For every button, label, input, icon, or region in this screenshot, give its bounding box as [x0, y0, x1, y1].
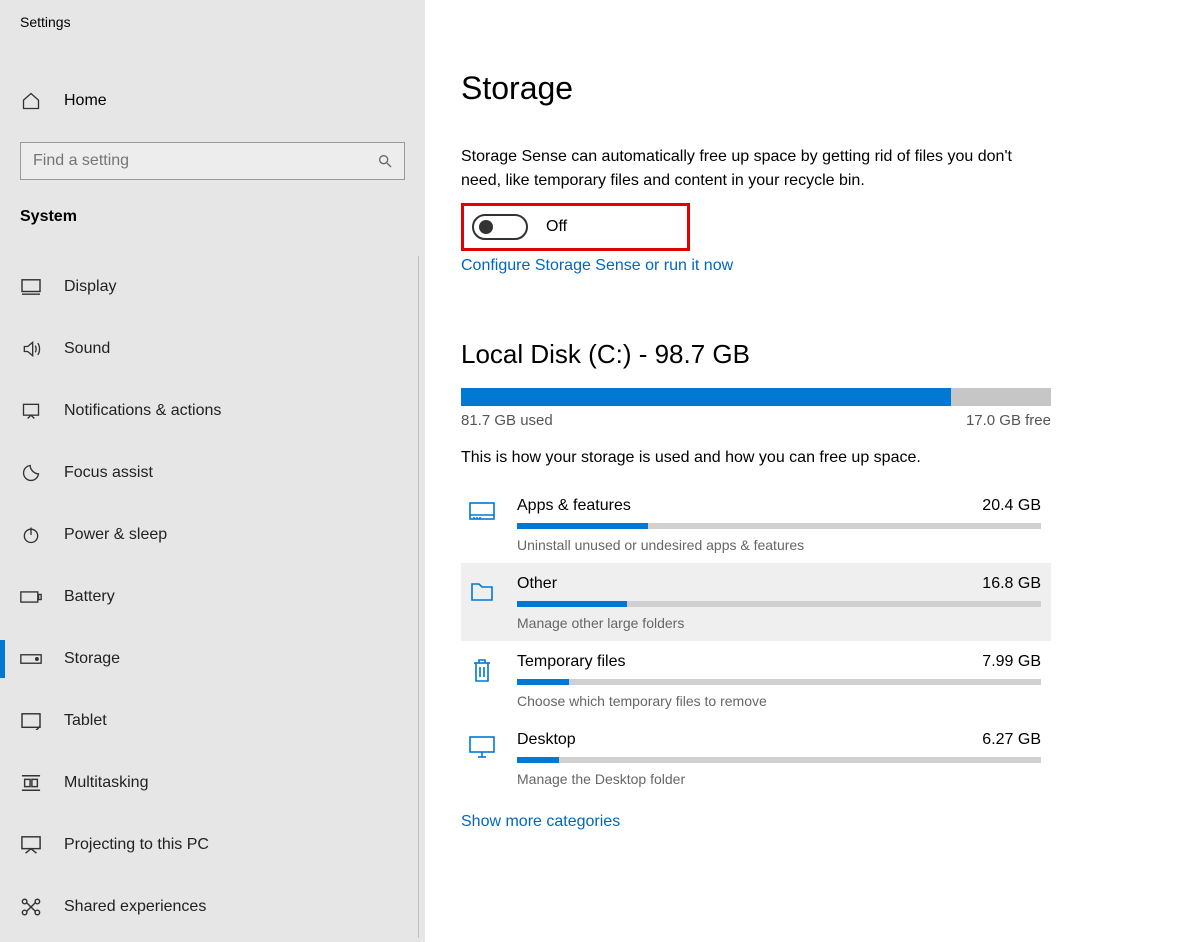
nav-item-tablet[interactable]: Tablet — [0, 690, 418, 752]
search-input[interactable] — [20, 142, 405, 180]
free-label: 17.0 GB free — [966, 412, 1051, 429]
shared-icon — [20, 897, 42, 917]
desktop-icon — [465, 731, 499, 787]
cat-name: Other — [517, 575, 557, 593]
home-icon — [20, 91, 42, 111]
cat-size: 20.4 GB — [982, 497, 1041, 515]
cat-name: Temporary files — [517, 653, 625, 671]
toggle-state-label: Off — [546, 218, 567, 236]
nav-label: Battery — [64, 588, 115, 606]
disk-heading: Local Disk (C:) - 98.7 GB — [461, 339, 1140, 370]
nav-label: Projecting to this PC — [64, 836, 209, 854]
nav-item-notifications[interactable]: Notifications & actions — [0, 380, 418, 442]
nav-item-power[interactable]: Power & sleep — [0, 504, 418, 566]
trash-icon — [465, 653, 499, 709]
tablet-icon — [20, 712, 42, 730]
sidebar: Settings Home System Display Sound Notif… — [0, 0, 425, 942]
nav-label: Multitasking — [64, 774, 148, 792]
cat-sub: Uninstall unused or undesired apps & fea… — [517, 537, 1041, 553]
notifications-icon — [20, 401, 42, 421]
display-icon — [20, 278, 42, 296]
search-icon — [377, 153, 393, 169]
home-nav[interactable]: Home — [0, 80, 425, 122]
page-title: Storage — [461, 70, 1140, 107]
disk-legend: 81.7 GB used 17.0 GB free — [461, 412, 1051, 429]
nav-list: Display Sound Notifications & actions Fo… — [0, 256, 419, 938]
cat-sub: Manage the Desktop folder — [517, 771, 1041, 787]
show-more-link[interactable]: Show more categories — [461, 813, 1140, 831]
nav-label: Sound — [64, 340, 110, 358]
storage-sense-desc: Storage Sense can automatically free up … — [461, 145, 1041, 193]
nav-item-multitasking[interactable]: Multitasking — [0, 752, 418, 814]
projecting-icon — [20, 835, 42, 855]
nav-label: Focus assist — [64, 464, 153, 482]
category-desktop[interactable]: Desktop 6.27 GB Manage the Desktop folder — [461, 719, 1051, 797]
focus-icon — [20, 463, 42, 483]
usage-desc: This is how your storage is used and how… — [461, 449, 1140, 467]
toggle-highlight: Off — [461, 203, 690, 251]
used-label: 81.7 GB used — [461, 412, 553, 429]
search-wrap — [0, 142, 425, 180]
home-label: Home — [64, 92, 107, 110]
category-list: Apps & features 20.4 GB Uninstall unused … — [461, 485, 1051, 797]
sound-icon — [20, 339, 42, 359]
section-label: System — [0, 208, 425, 226]
nav-label: Display — [64, 278, 116, 296]
nav-label: Power & sleep — [64, 526, 167, 544]
apps-icon — [465, 497, 499, 553]
configure-link[interactable]: Configure Storage Sense or run it now — [461, 257, 1140, 275]
nav-item-sound[interactable]: Sound — [0, 318, 418, 380]
cat-name: Desktop — [517, 731, 576, 749]
cat-name: Apps & features — [517, 497, 631, 515]
nav-label: Notifications & actions — [64, 402, 221, 420]
cat-sub: Manage other large folders — [517, 615, 1041, 631]
battery-icon — [20, 590, 42, 604]
disk-usage-bar — [461, 388, 1051, 406]
nav-label: Shared experiences — [64, 898, 206, 916]
nav-item-projecting[interactable]: Projecting to this PC — [0, 814, 418, 876]
storage-icon — [20, 653, 42, 665]
disk-usage-fill — [461, 388, 951, 406]
cat-size: 7.99 GB — [982, 653, 1041, 671]
main-content: Storage Storage Sense can automatically … — [425, 0, 1200, 942]
folder-icon — [465, 575, 499, 631]
storage-sense-toggle[interactable] — [472, 214, 528, 240]
cat-size: 16.8 GB — [982, 575, 1041, 593]
nav-item-storage[interactable]: Storage — [0, 628, 418, 690]
category-apps[interactable]: Apps & features 20.4 GB Uninstall unused … — [461, 485, 1051, 563]
nav-item-battery[interactable]: Battery — [0, 566, 418, 628]
multitasking-icon — [20, 773, 42, 793]
nav-item-display[interactable]: Display — [0, 256, 418, 318]
category-temp[interactable]: Temporary files 7.99 GB Choose which temp… — [461, 641, 1051, 719]
cat-sub: Choose which temporary files to remove — [517, 693, 1041, 709]
nav-item-shared[interactable]: Shared experiences — [0, 876, 418, 938]
nav-item-focus[interactable]: Focus assist — [0, 442, 418, 504]
cat-size: 6.27 GB — [982, 731, 1041, 749]
window-title: Settings — [0, 14, 425, 30]
category-other[interactable]: Other 16.8 GB Manage other large folders — [461, 563, 1051, 641]
nav-label: Storage — [64, 650, 120, 668]
toggle-knob — [479, 220, 493, 234]
power-icon — [20, 525, 42, 545]
nav-label: Tablet — [64, 712, 107, 730]
